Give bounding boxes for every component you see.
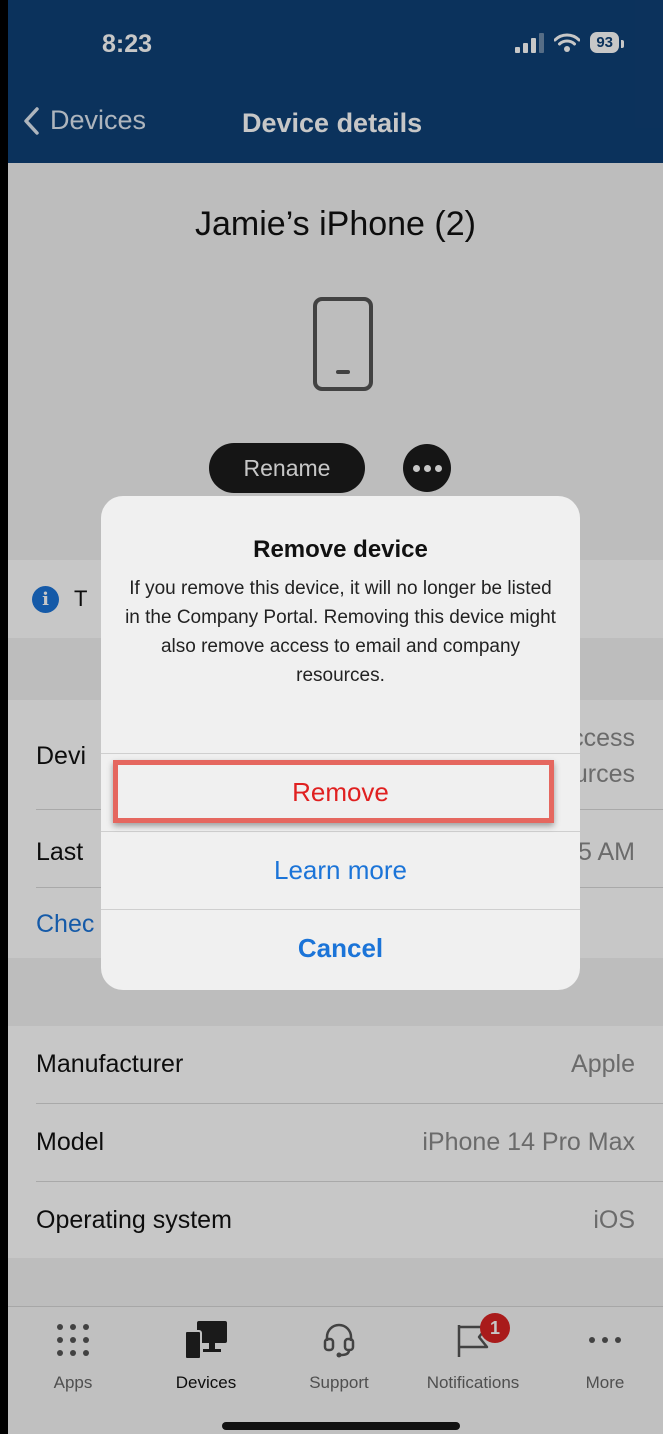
learn-more-button[interactable]: Learn more <box>101 831 580 909</box>
dialog-title: Remove device <box>253 536 428 563</box>
remove-device-dialog: Remove device If you remove this device,… <box>101 496 580 990</box>
phone-screen: 8:23 93 Devices Device details Jamie’s i… <box>8 0 663 1434</box>
home-indicator <box>222 1422 460 1430</box>
dialog-message: If you remove this device, it will no lo… <box>125 578 556 686</box>
cancel-button[interactable]: Cancel <box>101 909 580 987</box>
remove-highlight-box <box>113 760 554 823</box>
